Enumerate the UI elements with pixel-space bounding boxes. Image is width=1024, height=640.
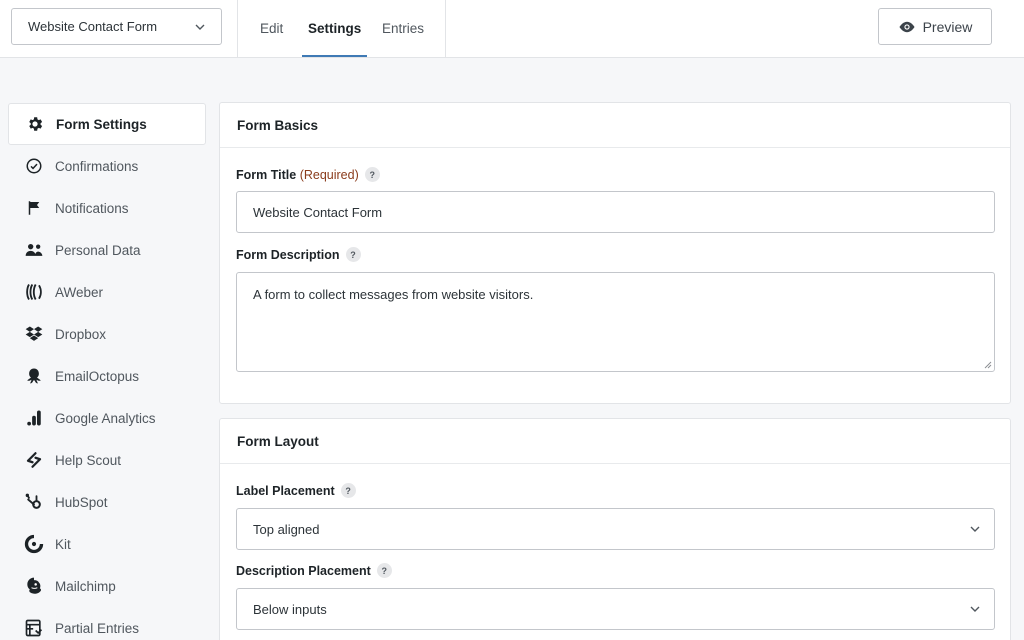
- sidebar-item-label: Form Settings: [56, 116, 147, 132]
- chevron-down-icon: [970, 606, 980, 612]
- divider: [445, 0, 446, 57]
- sidebar-item-aweber[interactable]: AWeber: [8, 271, 206, 313]
- sidebar-item-label: Dropbox: [55, 326, 107, 342]
- kit-icon: [24, 534, 44, 554]
- sidebar-item-personal-data[interactable]: Personal Data: [8, 229, 206, 271]
- hubspot-icon: [24, 492, 44, 512]
- analytics-icon: [24, 408, 44, 428]
- sidebar-item-notifications[interactable]: Notifications: [8, 187, 206, 229]
- description-placement-value: Below inputs: [253, 601, 327, 617]
- label-placement-value: Top aligned: [253, 521, 320, 537]
- form-description-value: A form to collect messages from website …: [253, 287, 534, 302]
- panel-title: Form Layout: [220, 419, 1010, 464]
- sidebar-item-label: EmailOctopus: [55, 368, 140, 384]
- resize-handle-icon[interactable]: [983, 360, 992, 369]
- sidebar-item-dropbox[interactable]: Dropbox: [8, 313, 206, 355]
- help-icon[interactable]: ?: [345, 247, 361, 262]
- settings-sidebar: Form Settings Confirmations Notification…: [8, 103, 206, 640]
- check-circle-icon: [24, 156, 44, 176]
- help-icon[interactable]: ?: [364, 167, 380, 182]
- form-title-value: Website Contact Form: [253, 204, 383, 220]
- form-title-label: Form Title (Required) ?: [236, 167, 380, 182]
- form-selector[interactable]: Website Contact Form: [11, 8, 222, 45]
- dropbox-icon: [24, 324, 44, 344]
- sidebar-item-label: Mailchimp: [55, 578, 116, 594]
- field-label-text: Form Description: [236, 247, 340, 262]
- label-placement-select[interactable]: Top aligned: [236, 508, 995, 550]
- tab-entries[interactable]: Entries: [382, 0, 424, 57]
- form-selector-label: Website Contact Form: [28, 19, 158, 34]
- sidebar-item-label: Partial Entries: [55, 620, 140, 636]
- sidebar-item-form-settings[interactable]: Form Settings: [8, 103, 206, 145]
- help-icon[interactable]: ?: [376, 563, 392, 578]
- panel-title: Form Basics: [220, 103, 1010, 148]
- aweber-icon: [24, 282, 44, 302]
- description-placement-label: Description Placement ?: [236, 563, 392, 578]
- partial-entries-icon: [24, 618, 44, 638]
- form-basics-panel: Form Basics Form Title (Required) ? Webs…: [219, 102, 1011, 404]
- sidebar-item-label: AWeber: [55, 284, 104, 300]
- mailchimp-icon: [24, 576, 44, 596]
- sidebar-item-label: Help Scout: [55, 452, 122, 468]
- sidebar-item-emailoctopus[interactable]: EmailOctopus: [8, 355, 206, 397]
- sidebar-item-google-analytics[interactable]: Google Analytics: [8, 397, 206, 439]
- description-placement-select[interactable]: Below inputs: [236, 588, 995, 630]
- sidebar-item-label: Confirmations: [55, 158, 139, 174]
- sidebar-item-label: Kit: [55, 536, 71, 552]
- chevron-down-icon: [970, 526, 980, 532]
- sidebar-item-kit[interactable]: Kit: [8, 523, 206, 565]
- form-description-label: Form Description ?: [236, 247, 361, 262]
- sidebar-item-mailchimp[interactable]: Mailchimp: [8, 565, 206, 607]
- sidebar-item-label: Personal Data: [55, 242, 141, 258]
- helpscout-icon: [24, 450, 44, 470]
- octopus-icon: [24, 366, 44, 386]
- tab-settings[interactable]: Settings: [301, 0, 368, 57]
- field-label-text: Description Placement: [236, 563, 371, 578]
- divider: [237, 0, 238, 57]
- sidebar-item-confirmations[interactable]: Confirmations: [8, 145, 206, 187]
- tab-edit[interactable]: Edit: [260, 0, 283, 57]
- field-label-text: Form Title: [236, 167, 297, 182]
- sidebar-item-label: Notifications: [55, 200, 129, 216]
- preview-label: Preview: [922, 18, 973, 35]
- sidebar-item-partial-entries[interactable]: Partial Entries: [8, 607, 206, 640]
- form-title-input[interactable]: Website Contact Form: [236, 191, 995, 233]
- chevron-down-icon: [195, 24, 205, 30]
- users-icon: [24, 240, 44, 260]
- help-icon[interactable]: ?: [340, 483, 356, 498]
- gear-icon: [25, 114, 45, 134]
- eye-icon: [899, 21, 915, 32]
- top-bar: Website Contact Form Edit Settings Entri…: [0, 0, 1024, 58]
- sidebar-item-help-scout[interactable]: Help Scout: [8, 439, 206, 481]
- form-layout-panel: Form Layout Label Placement ? Top aligne…: [219, 418, 1011, 640]
- sidebar-item-hubspot[interactable]: HubSpot: [8, 481, 206, 523]
- flag-icon: [24, 198, 44, 218]
- sidebar-item-label: Google Analytics: [55, 410, 156, 426]
- required-marker: (Required): [299, 167, 359, 182]
- field-label-text: Label Placement: [236, 483, 335, 498]
- preview-button[interactable]: Preview: [878, 8, 992, 45]
- sidebar-item-label: HubSpot: [55, 494, 108, 510]
- label-placement-label: Label Placement ?: [236, 483, 356, 498]
- form-description-textarea[interactable]: A form to collect messages from website …: [236, 272, 995, 372]
